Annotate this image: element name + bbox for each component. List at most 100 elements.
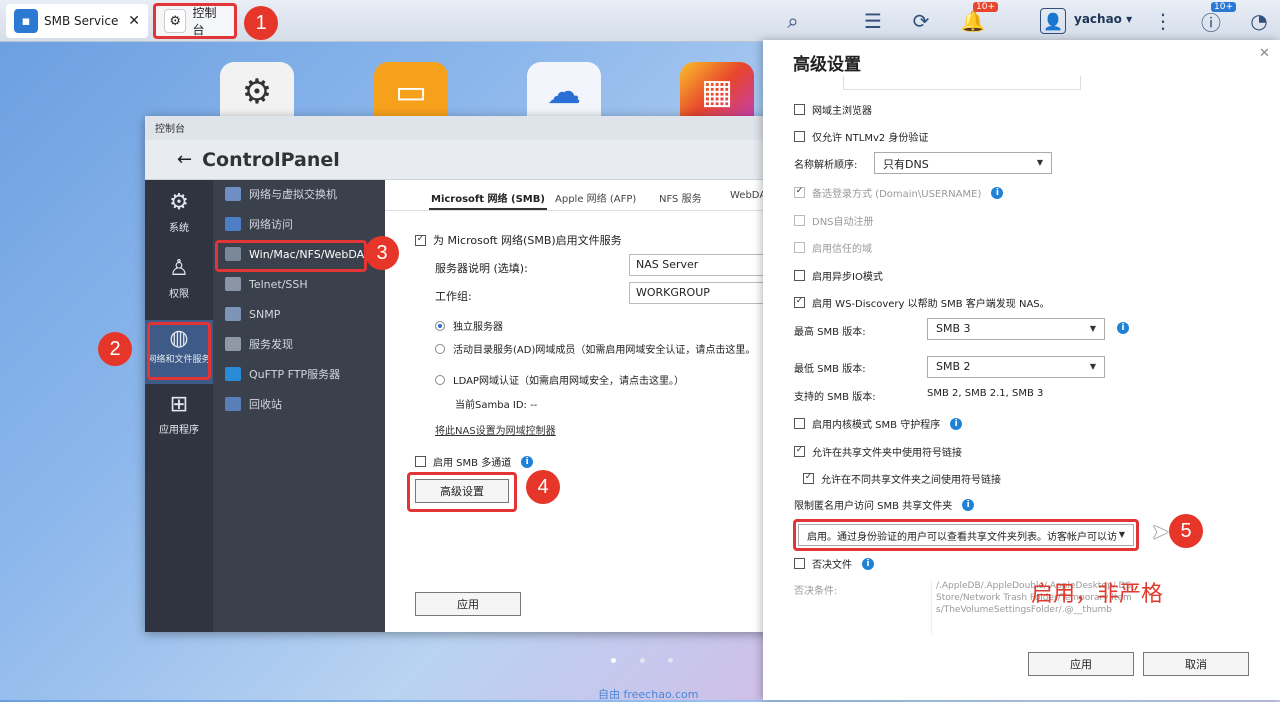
tab-strip [843, 76, 1081, 90]
control-panel-tab-label: 控制台 [192, 6, 217, 37]
menu-item-snmp[interactable]: SNMP [225, 302, 385, 326]
cloud-app-icon[interactable]: ☁ [527, 62, 601, 122]
server-desc-input[interactable]: NAS Server [629, 254, 775, 276]
smb-service-tab[interactable]: ▪ SMB Service ✕ [6, 4, 148, 38]
settings-app-icon[interactable]: ⚙ [220, 62, 294, 122]
enable-smb-checkbox[interactable] [415, 234, 426, 246]
file-station-app-icon[interactable]: ▭ [374, 62, 448, 122]
async-io-row[interactable]: 启用异步IO模式 [794, 268, 883, 283]
kernel-mode-row[interactable]: 启用内核模式 SMB 守护程序 i [794, 416, 963, 431]
kernel-mode-checkbox[interactable] [794, 418, 805, 429]
restrict-anonymous-select[interactable]: 启用。通过身份验证的用户可以查看共享文件夹列表。访客帐户可以访 [798, 524, 1134, 546]
page-dot[interactable] [668, 658, 673, 663]
advanced-settings-panel: 高级设置 ✕ 网域主浏览器 仅允许 NTLMv2 身份验证 名称解析顺序: 只有… [763, 40, 1280, 700]
close-icon[interactable]: ✕ [1259, 46, 1270, 61]
app-center-icon[interactable]: ▦ [680, 62, 754, 122]
symlink-cross-checkbox[interactable] [803, 473, 814, 484]
category-privilege[interactable]: ♙ 权限 [145, 256, 213, 300]
recycle-bin-icon [225, 397, 241, 411]
dashboard-icon[interactable]: ◔ [1244, 6, 1274, 36]
ldap-radio-row[interactable]: LDAP网域认证（如需启用网域安全，请点击这里。） [435, 372, 684, 387]
multichannel-checkbox[interactable] [415, 456, 426, 467]
highlight-box-3 [215, 240, 367, 272]
user-avatar-icon[interactable]: 👤 [1040, 8, 1066, 34]
menu-item-network-access[interactable]: 网络访问 [225, 212, 385, 236]
tasks-icon[interactable]: ☰ [858, 6, 888, 36]
workgroup-input[interactable]: WORKGROUP [629, 282, 775, 304]
back-arrow-icon[interactable]: ← [177, 149, 192, 170]
max-smb-select[interactable]: SMB 3 [927, 318, 1105, 340]
ws-discovery-checkbox[interactable] [794, 297, 805, 308]
symlink-row[interactable]: 允许在共享文件夹中使用符号链接 [794, 444, 962, 459]
alt-login-checkbox[interactable] [794, 187, 805, 198]
min-smb-label: 最低 SMB 版本: [794, 364, 866, 375]
symlink-cross-row[interactable]: 允许在不同共享文件夹之间使用符号链接 [803, 471, 1001, 486]
min-smb-select[interactable]: SMB 2 [927, 356, 1105, 378]
menu-item-telnet-ssh[interactable]: Telnet/SSH [225, 272, 385, 296]
alt-login-row[interactable]: 备选登录方式 (Domain\USERNAME)i [794, 185, 1004, 200]
menu-item-ftp[interactable]: QuFTP FTP服务器 [225, 362, 385, 386]
menu-item-network[interactable]: 网络与虚拟交换机 [225, 182, 385, 206]
trusted-domain-checkbox[interactable] [794, 242, 805, 253]
name-order-select[interactable]: 只有DNS [874, 152, 1052, 174]
page-dot[interactable] [640, 658, 645, 663]
enable-smb-row[interactable]: 为 Microsoft 网络(SMB)启用文件服务 [415, 232, 622, 248]
info-icon[interactable]: i [1117, 322, 1129, 334]
category-system[interactable]: ⚙ 系统 [145, 190, 213, 234]
info-icon[interactable]: i [962, 498, 975, 511]
notification-badge: 10+ [973, 2, 998, 12]
username-menu[interactable]: yachao ▾ [1074, 12, 1132, 26]
ws-discovery-row[interactable]: 启用 WS-Discovery 以帮助 SMB 客户端发现 NAS。 [794, 295, 1050, 310]
info-icon[interactable]: i [991, 186, 1004, 199]
category-applications[interactable]: ⊞ 应用程序 [145, 392, 213, 436]
info-icon[interactable]: i [521, 455, 534, 468]
menu-item-recycle-bin[interactable]: 回收站 [225, 392, 385, 416]
control-panel-window: 控制台 ← ControlPanel ⚙ 系统 ♙ 权限 ◍ 网络和文件服务 ⊞ 应用程… [145, 116, 775, 632]
apply-button[interactable]: 应用 [415, 592, 521, 616]
sync-icon[interactable]: ⟳ [906, 6, 936, 36]
multichannel-row[interactable]: 启用 SMB 多通道 i [415, 454, 534, 469]
cancel-button[interactable]: 取消 [1143, 652, 1249, 676]
control-panel-header: ← ControlPanel [145, 140, 775, 180]
ad-radio[interactable] [435, 343, 445, 354]
dns-register-checkbox[interactable] [794, 215, 805, 226]
discovery-icon [225, 337, 241, 351]
veto-files-row[interactable]: 否决文件 i [794, 556, 874, 571]
info-badge: 10+ [1211, 2, 1236, 12]
close-icon[interactable]: ✕ [128, 13, 140, 29]
callout-4: 4 [526, 470, 560, 504]
apply-button[interactable]: 应用 [1028, 652, 1134, 676]
ldap-radio[interactable] [435, 374, 445, 385]
standalone-radio[interactable] [435, 320, 445, 331]
ad-radio-row[interactable]: 活动目录服务(AD)网域成员（如需启用网域安全认证，请点击这里。 [435, 341, 775, 356]
username: yachao [1074, 12, 1122, 26]
domain-browser-checkbox[interactable] [794, 104, 805, 115]
info-icon[interactable]: ⓘ 10+ [1196, 2, 1236, 36]
search-icon[interactable]: ⌕ [778, 6, 808, 36]
bell-icon[interactable]: 🔔 10+ [958, 2, 998, 36]
symlink-checkbox[interactable] [794, 446, 805, 457]
dns-register-row[interactable]: DNS自动注册 [794, 213, 874, 228]
tab-nfs[interactable]: NFS 服务 [659, 190, 702, 210]
menu-item-service-discovery[interactable]: 服务发现 [225, 332, 385, 356]
callout-1: 1 [244, 6, 278, 40]
control-panel-tab[interactable]: ⚙ 控制台 [153, 3, 237, 39]
domain-browser-row[interactable]: 网域主浏览器 [794, 102, 872, 117]
ntlm-checkbox[interactable] [794, 131, 805, 142]
trusted-domain-row[interactable]: 启用信任的域 [794, 240, 872, 255]
info-icon[interactable]: i [950, 417, 963, 430]
page-dot[interactable] [611, 658, 616, 663]
advanced-settings-button[interactable]: 高级设置 [415, 479, 509, 503]
tab-afp[interactable]: Apple 网络 (AFP) [555, 190, 636, 210]
ntlm-row[interactable]: 仅允许 NTLMv2 身份验证 [794, 129, 928, 144]
category-sidebar: ⚙ 系统 ♙ 权限 ◍ 网络和文件服务 ⊞ 应用程序 [145, 180, 213, 632]
more-options-icon[interactable]: ⋮ [1148, 6, 1178, 36]
veto-files-checkbox[interactable] [794, 558, 805, 569]
async-io-checkbox[interactable] [794, 270, 805, 281]
info-icon[interactable]: i [862, 557, 874, 570]
terminal-icon [225, 277, 241, 291]
tab-smb[interactable]: Microsoft 网络 (SMB) [429, 190, 547, 210]
standalone-radio-row[interactable]: 独立服务器 [435, 318, 503, 333]
workgroup-label: 工作组: [435, 290, 472, 303]
set-domain-controller-link[interactable]: 将此NAS设置为网域控制器 [435, 422, 556, 437]
